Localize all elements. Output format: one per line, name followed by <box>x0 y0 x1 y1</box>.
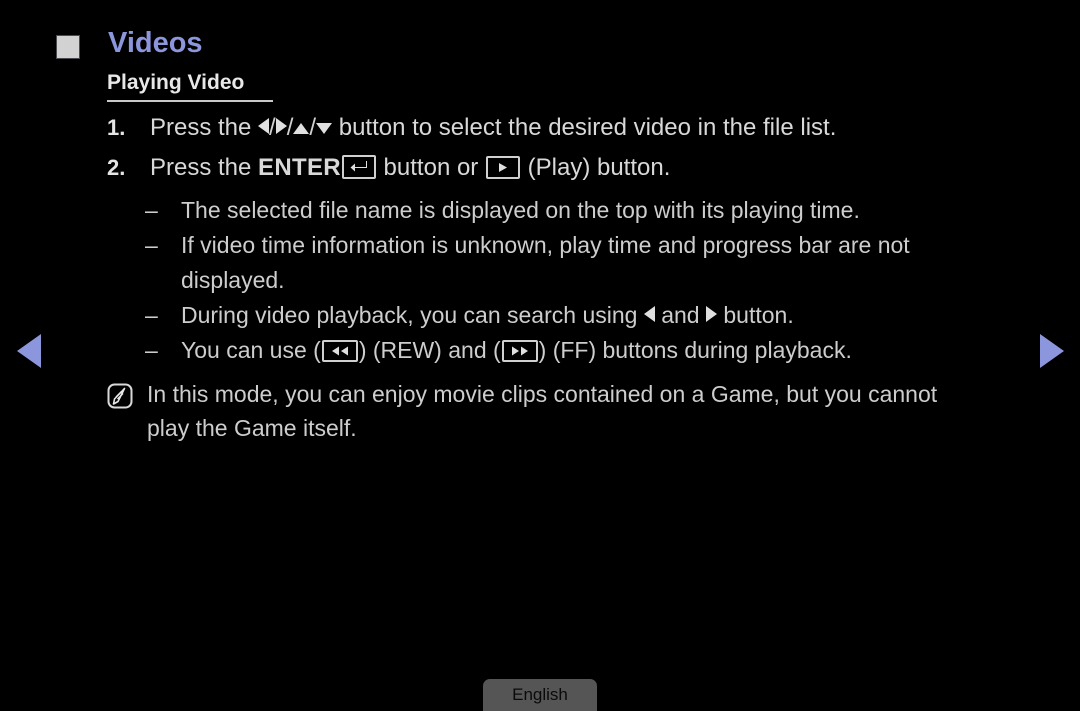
dash-marker: – <box>145 197 158 223</box>
language-button[interactable]: English <box>483 679 597 711</box>
page-title: Videos <box>108 27 203 59</box>
content-body: 1. Press the / / / button to select the de… <box>0 113 1080 445</box>
list-item: 1. Press the / / / button to select the de… <box>0 113 1080 143</box>
enter-return-key-icon <box>341 155 376 180</box>
triangle-right-icon <box>705 305 717 322</box>
fast-forward-button-icon <box>501 340 538 363</box>
subsection-heading: Playing Video <box>107 70 407 102</box>
note-text: In this mode, you can enjoy movie clips … <box>147 381 938 441</box>
dash-marker: – <box>145 337 158 363</box>
step-2-middle: button or <box>376 154 485 181</box>
triangle-up-icon <box>293 122 310 134</box>
list-item: – The selected file name is displayed on… <box>0 193 1080 228</box>
subsection-title: Playing Video <box>107 71 245 94</box>
step-1-prefix: Press the <box>150 114 259 141</box>
subsection-underline <box>107 100 273 102</box>
step-1-text: Press the / / / button to select the desir… <box>150 113 1080 143</box>
triangle-down-icon <box>316 122 333 134</box>
page-header: Videos <box>0 14 1080 60</box>
bullet-4-text: You can use ( ) (REW) and ( ) (FF) buttons… <box>181 333 991 368</box>
bullet-4-prefix: You can use ( <box>181 337 321 363</box>
glyph-separator: / <box>286 114 294 141</box>
bullet-3-middle: and <box>654 302 706 328</box>
triangle-left-icon <box>643 305 655 322</box>
filled-square-icon <box>56 35 80 59</box>
play-button-icon <box>485 156 520 180</box>
bullet-2-text: If video time information is unknown, pl… <box>181 232 910 293</box>
list-marker: 1. <box>107 115 126 140</box>
step-1-suffix: button to select the desired video in th… <box>332 114 837 141</box>
dash-marker: – <box>145 232 158 258</box>
list-item: – If video time information is unknown, … <box>0 228 1080 298</box>
bullet-3-text: During video playback, you can search us… <box>181 298 991 333</box>
bullet-3-suffix: button. <box>716 302 794 328</box>
glyph-separator: / <box>269 114 276 141</box>
bullet-1-text: The selected file name is displayed on t… <box>181 197 860 223</box>
step-2-text: Press the ENTER button or (Play) button. <box>150 153 1080 183</box>
step-2-prefix: Press the <box>150 154 259 181</box>
list-item: – You can use ( ) (REW) and ( ) (FF) butto… <box>0 333 1080 368</box>
note-block: In this mode, you can enjoy movie clips … <box>0 377 1080 445</box>
bullet-3-prefix: During video playback, you can search us… <box>181 302 644 328</box>
bullet-4-middle: ) (REW) and ( <box>358 337 501 363</box>
bullet-4-suffix: ) (FF) buttons during playback. <box>538 337 852 363</box>
glyph-separator: / <box>309 114 317 141</box>
enter-key-label: ENTER <box>258 154 341 181</box>
nav-arrow-left-icon[interactable] <box>17 334 41 368</box>
triangle-right-icon <box>275 117 287 134</box>
nav-arrow-right-icon[interactable] <box>1040 334 1064 368</box>
list-item: 2. Press the ENTER button or (Play) butt… <box>0 153 1080 183</box>
list-marker: 2. <box>107 155 126 180</box>
rewind-button-icon <box>321 340 358 363</box>
triangle-left-icon <box>258 117 270 134</box>
dash-marker: – <box>145 302 158 328</box>
list-item: – During video playback, you can search … <box>0 298 1080 333</box>
note-pen-icon <box>107 377 135 409</box>
step-2-suffix: (Play) button. <box>520 154 671 181</box>
manual-page: Videos Playing Video 1. Press the / / / bu… <box>0 0 1080 711</box>
